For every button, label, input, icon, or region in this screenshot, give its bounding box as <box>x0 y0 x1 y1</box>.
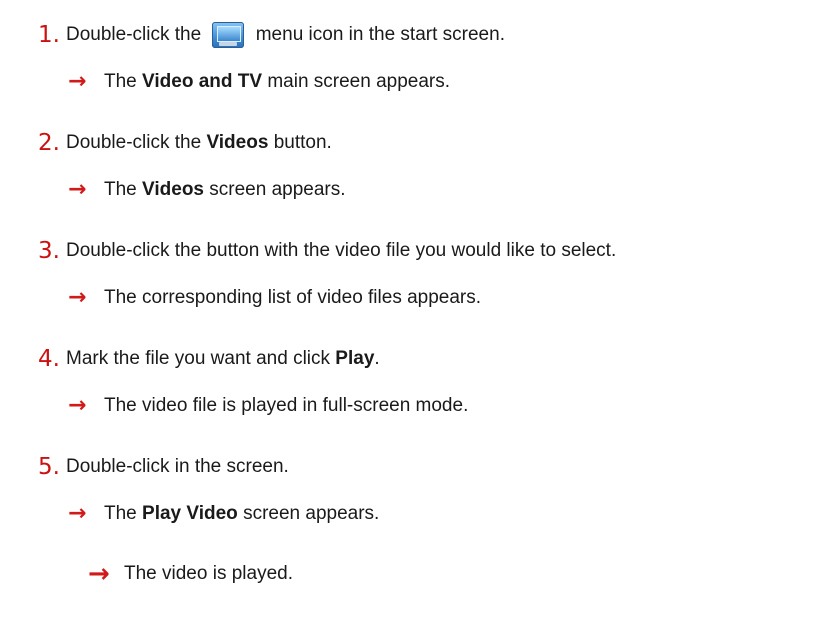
arrow-icon: → <box>88 559 110 589</box>
arrow-icon: → <box>68 501 87 526</box>
final-result: → The video is played. <box>88 559 293 589</box>
step-4: 4. Mark the file you want and click Play… <box>38 344 380 374</box>
step-text: Double-click the button with the video f… <box>66 240 617 261</box>
step-text-before: Double-click the <box>66 24 202 46</box>
step-text: Double-click the menu icon in the start … <box>66 22 505 48</box>
step-text: Double-click the Videos button. <box>66 131 332 155</box>
monitor-base-shape <box>219 42 238 46</box>
step-number: 5. <box>38 454 60 480</box>
result-bold: Video and TV <box>142 71 263 92</box>
step-number: 2. <box>38 130 60 156</box>
step-5-result: → The Play Video screen appears. <box>68 499 379 529</box>
step-text: Mark the file you want and click Play. <box>66 347 380 371</box>
step-5: 5. Double-click in the screen. <box>38 452 289 482</box>
result-bold: Videos <box>142 179 204 200</box>
step-text-before: Mark the file you want and click <box>66 348 331 369</box>
step-text: Double-click in the screen. <box>66 456 289 477</box>
arrow-icon: → <box>68 285 87 310</box>
instruction-document: 1. Double-click the menu icon in the sta… <box>0 0 829 619</box>
step-number: 1. <box>38 22 60 48</box>
step-1-result: → The Video and TV main screen appears. <box>68 67 450 97</box>
result-prefix: The <box>104 179 137 200</box>
monitor-menu-icon <box>212 22 245 48</box>
step-2-result: → The Videos screen appears. <box>68 175 346 205</box>
result-text: The corresponding list of video files ap… <box>104 287 482 308</box>
result-text: The Videos screen appears. <box>104 178 346 202</box>
result-text: The Play Video screen appears. <box>104 502 379 526</box>
arrow-icon: → <box>68 393 87 418</box>
step-text-bold: Play <box>335 348 375 369</box>
step-text-after: button. <box>273 132 332 153</box>
step-number: 4. <box>38 346 60 372</box>
result-bold: Play Video <box>142 503 238 524</box>
result-text: The video file is played in full-screen … <box>104 395 469 416</box>
result-suffix: main screen appears. <box>267 71 451 92</box>
step-4-result: → The video file is played in full-scree… <box>68 391 468 421</box>
step-text-before: Double-click the <box>66 132 202 153</box>
result-text: The Video and TV main screen appears. <box>104 70 450 94</box>
arrow-icon: → <box>68 177 87 202</box>
step-2: 2. Double-click the Videos button. <box>38 128 332 158</box>
result-suffix: screen appears. <box>209 179 346 200</box>
monitor-screen-shape <box>217 26 242 42</box>
step-1: 1. Double-click the menu icon in the sta… <box>38 20 505 50</box>
result-suffix: screen appears. <box>243 503 380 524</box>
step-3-result: → The corresponding list of video files … <box>68 283 481 313</box>
step-text-after: menu icon in the start screen. <box>255 24 505 46</box>
final-result-text: The video is played. <box>124 563 293 584</box>
step-number: 3. <box>38 238 60 264</box>
arrow-icon: → <box>68 69 87 94</box>
step-text-bold: Videos <box>206 132 269 153</box>
result-prefix: The <box>104 71 137 92</box>
step-3: 3. Double-click the button with the vide… <box>38 236 616 266</box>
result-prefix: The <box>104 503 137 524</box>
step-text-after: . <box>374 348 380 369</box>
